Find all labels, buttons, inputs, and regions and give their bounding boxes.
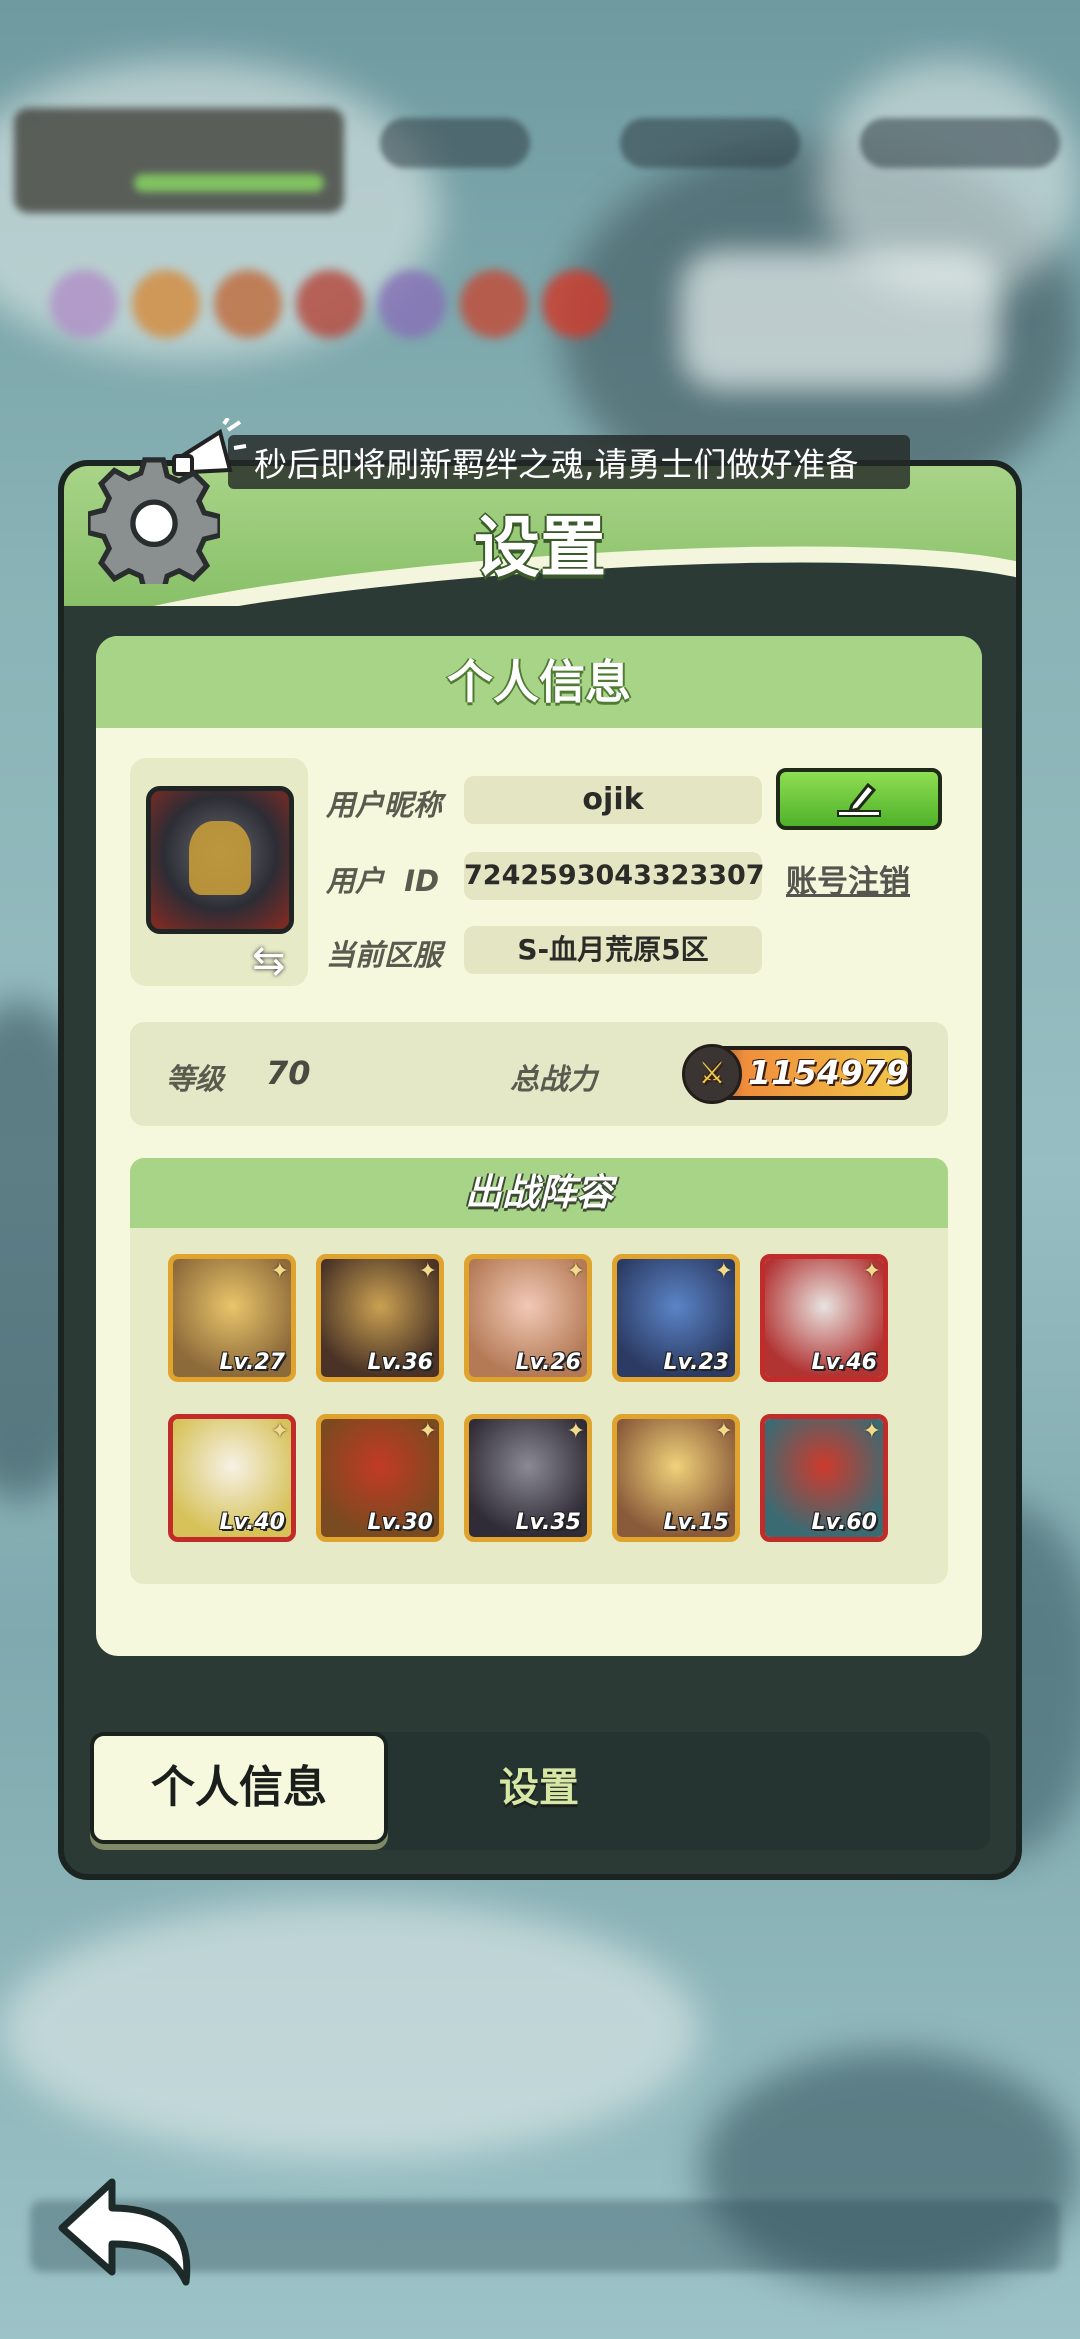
level-value: 70 bbox=[266, 1054, 311, 1092]
hero-card[interactable]: ✦ Lv.36 bbox=[316, 1254, 444, 1382]
hero-level: Lv.30 bbox=[367, 1510, 433, 1535]
hero-level: Lv.27 bbox=[219, 1350, 285, 1375]
hero-card[interactable]: ✦ Lv.40 bbox=[168, 1414, 296, 1542]
tab-bar: 个人信息 设置 bbox=[90, 1732, 990, 1850]
hero-level: Lv.26 bbox=[515, 1350, 581, 1375]
tab-profile[interactable]: 个人信息 bbox=[90, 1732, 388, 1844]
hero-rank-icon: ✦ bbox=[566, 1259, 585, 1284]
power-label: 总战力 bbox=[510, 1062, 598, 1096]
profile-panel: 个人信息 ⇆ 用户昵称 ojik 用户 ID 7242593043323307 … bbox=[96, 636, 982, 1656]
hero-level: Lv.36 bbox=[367, 1350, 433, 1375]
hero-rank-icon: ✦ bbox=[862, 1259, 881, 1284]
hero-rank-icon: ✦ bbox=[270, 1419, 289, 1444]
avatar[interactable] bbox=[146, 786, 294, 934]
hero-rank-icon: ✦ bbox=[566, 1419, 585, 1444]
hero-card[interactable]: ✦ Lv.60 bbox=[760, 1414, 888, 1542]
hero-rank-icon: ✦ bbox=[714, 1419, 733, 1444]
hero-card[interactable]: ✦ Lv.46 bbox=[760, 1254, 888, 1382]
tab-settings[interactable]: 设置 bbox=[424, 1732, 654, 1844]
hero-rank-icon: ✦ bbox=[418, 1259, 437, 1284]
hero-level: Lv.35 bbox=[515, 1510, 581, 1535]
server-label: 当前区服 bbox=[326, 938, 443, 972]
edit-nickname-button[interactable] bbox=[776, 768, 942, 830]
user-id-label: 用户 ID bbox=[326, 864, 440, 898]
lineup-section: 出战阵容 ✦ Lv.27 ✦ Lv.36 ✦ Lv.26 ✦ Lv.23 ✦ Lv.46 ✦ Lv.4… bbox=[130, 1158, 948, 1584]
lineup-title: 出战阵容 bbox=[130, 1158, 948, 1228]
cancel-account-link[interactable]: 账号注销 bbox=[786, 856, 910, 901]
user-id-value: 7242593043323307 bbox=[464, 852, 765, 900]
hero-rank-icon: ✦ bbox=[418, 1419, 437, 1444]
swords-icon: ⚔ bbox=[682, 1044, 742, 1104]
power-badge: ⚔ 1154979 bbox=[682, 1044, 912, 1104]
announcement-marquee: 秒后即将刷新羁绊之魂,请勇士们做好准备 bbox=[228, 435, 910, 489]
hero-rank-icon: ✦ bbox=[270, 1259, 289, 1284]
hero-card[interactable]: ✦ Lv.23 bbox=[612, 1254, 740, 1382]
hero-level: Lv.46 bbox=[811, 1350, 877, 1375]
hero-card[interactable]: ✦ Lv.30 bbox=[316, 1414, 444, 1542]
stats-bar: 等级 70 总战力 ⚔ 1154979 bbox=[130, 1022, 948, 1126]
hero-card[interactable]: ✦ Lv.35 bbox=[464, 1414, 592, 1542]
avatar-box[interactable]: ⇆ bbox=[130, 758, 308, 986]
level-label: 等级 bbox=[166, 1062, 225, 1096]
hero-card[interactable]: ✦ Lv.15 bbox=[612, 1414, 740, 1542]
hero-level: Lv.60 bbox=[811, 1510, 877, 1535]
nickname-label: 用户昵称 bbox=[326, 788, 443, 822]
hero-card[interactable]: ✦ Lv.26 bbox=[464, 1254, 592, 1382]
pencil-icon bbox=[837, 782, 881, 817]
profile-section-title: 个人信息 bbox=[96, 636, 982, 728]
hero-level: Lv.40 bbox=[219, 1510, 285, 1535]
gear-icon bbox=[88, 457, 220, 584]
hero-grid: ✦ Lv.27 ✦ Lv.36 ✦ Lv.26 ✦ Lv.23 ✦ Lv.46 ✦ Lv.40 ✦ Lv.… bbox=[168, 1254, 888, 1542]
swap-icon[interactable]: ⇆ bbox=[252, 938, 286, 984]
hero-level: Lv.23 bbox=[663, 1350, 729, 1375]
nickname-value: ojik bbox=[464, 776, 762, 824]
back-arrow-icon[interactable] bbox=[54, 2170, 204, 2290]
server-value: S-血月荒原5区 bbox=[464, 926, 762, 974]
hero-rank-icon: ✦ bbox=[862, 1419, 881, 1444]
hero-rank-icon: ✦ bbox=[714, 1259, 733, 1284]
hero-level: Lv.15 bbox=[663, 1510, 729, 1535]
hero-card[interactable]: ✦ Lv.27 bbox=[168, 1254, 296, 1382]
power-value: 1154979 bbox=[748, 1053, 909, 1092]
announcement-text: 秒后即将刷新羁绊之魂,请勇士们做好准备 bbox=[254, 445, 859, 484]
